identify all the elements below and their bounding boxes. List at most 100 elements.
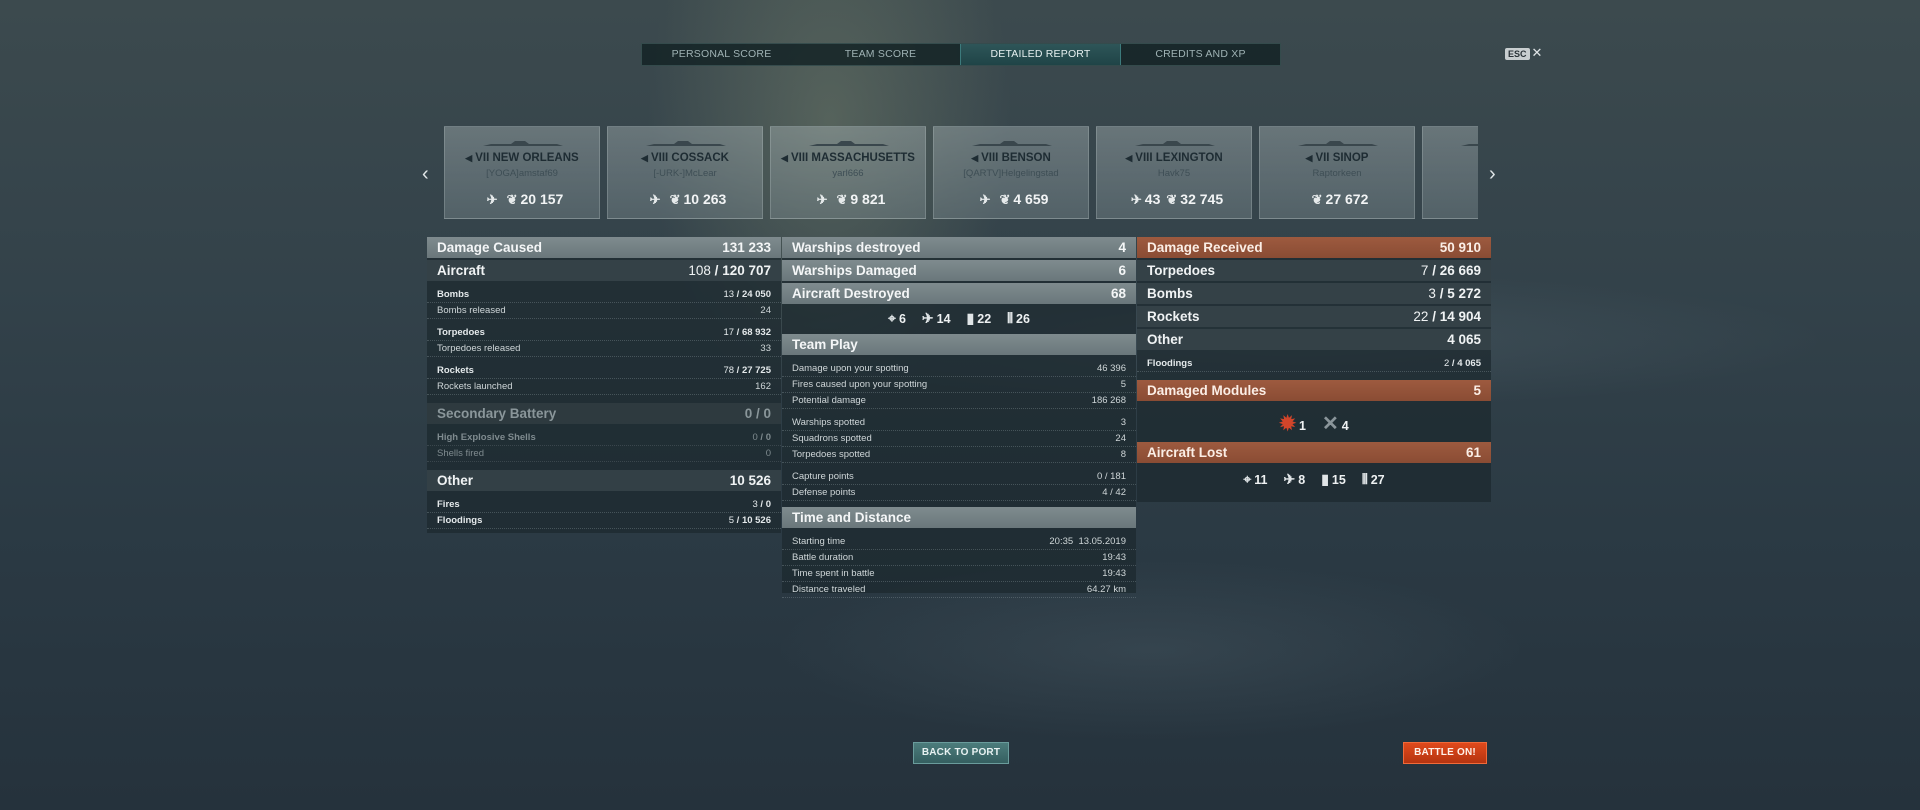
ship-carousel: ◀ VII NEW ORLEANS [YOGA]amstaf69 ✈ ❦ 20 157 ◀ V… bbox=[444, 126, 1478, 219]
ship-stats: ✈ ❦ 20 157 bbox=[445, 191, 599, 208]
lost-plane-stat: ✈ 8 bbox=[1283, 471, 1306, 487]
bomber-kill-stat: ▮ 22 bbox=[966, 310, 992, 326]
player-name: Raptorkeen bbox=[1312, 168, 1362, 179]
ship-name: ◀ VIII BENSON bbox=[971, 152, 1051, 164]
tab-team-score[interactable]: TEAM SCORE bbox=[801, 44, 960, 65]
aircraft-lost-header: Aircraft Lost 61 bbox=[1137, 442, 1491, 463]
combat-summary-panel: Warships destroyed 4 Warships Damaged 6 Ai… bbox=[782, 237, 1136, 598]
aircraft-lost-breakdown: ⌖ 11 ✈ 8 ▮ 15 ⫴ 27 bbox=[1137, 463, 1491, 492]
ship-card[interactable]: ◀ VII NEW ORLEANS [YOGA]amstaf69 ✈ ❦ 20 157 bbox=[444, 126, 600, 219]
received-other-row: Other 4 065 bbox=[1137, 329, 1491, 350]
rockets-launched-row: Rockets launched 162 bbox=[427, 379, 781, 395]
damaged-modules-header: Damaged Modules 5 bbox=[1137, 380, 1491, 401]
damage-received-panel: Damage Received 50 910 Torpedoes 7 / 26 6… bbox=[1137, 237, 1491, 502]
torpedoes-released-row: Torpedoes released 33 bbox=[427, 341, 781, 357]
damage-caused-header: Damage Caused 131 233 bbox=[427, 237, 781, 258]
torpedoes-row: Torpedoes 17 / 68 932 bbox=[427, 325, 781, 341]
ship-card[interactable]: ◀ VIII LEXINGTON Havk75 ✈ 43 ❦ 32 745 bbox=[1096, 126, 1252, 219]
ship-stat-value: 27 672 bbox=[1325, 191, 1369, 207]
engine-module-stat: ✹ 1 bbox=[1279, 413, 1306, 435]
plane-icon: ✈ bbox=[486, 192, 498, 207]
ship-card[interactable]: ◀V [BA bbox=[1422, 126, 1478, 219]
ship-card[interactable]: ◀ VIII BENSON [QARTV]Helgelingstad ✈ ❦ 4 659 bbox=[933, 126, 1089, 219]
battle-on-button[interactable]: BATTLE ON! bbox=[1403, 742, 1487, 764]
bombs-released-row: Bombs released 24 bbox=[427, 303, 781, 319]
ship-class-icon: ◀ bbox=[465, 153, 473, 163]
damaged-modules-breakdown: ✹ 1 ✕ 4 bbox=[1137, 401, 1491, 440]
team-play-header: Team Play bbox=[782, 334, 1136, 355]
laurel-icon: ❦ bbox=[506, 192, 518, 207]
tab-personal-score[interactable]: PERSONAL SCORE bbox=[642, 44, 801, 65]
lost-fighter-stat: ⌖ 11 bbox=[1243, 471, 1268, 487]
ship-class-icon: ◀ bbox=[781, 153, 788, 163]
time-distance-row: Time spent in battle 19:43 bbox=[782, 566, 1136, 582]
player-name: yarl666 bbox=[832, 168, 864, 179]
engine-damage-icon: ✹ bbox=[1279, 413, 1297, 435]
ship-silhouette-icon bbox=[1461, 144, 1478, 146]
ship-card[interactable]: ◀ VIII COSSACK [-URK-]McLear ✈ ❦ 10 263 bbox=[607, 126, 763, 219]
rockets-row: Rockets 78 / 27 725 bbox=[427, 363, 781, 379]
warships-destroyed-header: Warships destroyed 4 bbox=[782, 237, 1136, 258]
damage-caused-panel: Damage Caused 131 233 Aircraft 108 / 120… bbox=[427, 237, 781, 533]
other-header: Other 10 526 bbox=[427, 470, 781, 491]
ship-silhouette-icon bbox=[809, 141, 889, 146]
aircraft-label: Aircraft bbox=[437, 263, 486, 278]
team-play-row: Damage upon your spotting 46 396 bbox=[782, 361, 1136, 377]
report-tabs: PERSONAL SCORE TEAM SCORE DETAILED REPOR… bbox=[641, 43, 1281, 66]
esc-close-button[interactable]: ESC ✕ bbox=[1505, 45, 1542, 61]
he-shells-row: High Explosive Shells 0 / 0 bbox=[427, 430, 781, 446]
ship-card[interactable]: ◀ VIII MASSACHUSETTS yarl666 ✈ ❦ 9 821 bbox=[770, 126, 926, 219]
ship-stats: ✈ ❦ 10 263 bbox=[608, 191, 762, 208]
tab-credits-xp[interactable]: CREDITS AND XP bbox=[1121, 44, 1280, 65]
time-distance-row: Distance traveled 64.27 km bbox=[782, 582, 1136, 598]
ship-stats: ✈ 43 ❦ 32 745 bbox=[1097, 191, 1251, 208]
crosshair-icon: ⌖ bbox=[1243, 471, 1252, 487]
ship-stat-value: 4 659 bbox=[1013, 191, 1049, 207]
ship-silhouette-icon bbox=[972, 141, 1052, 146]
damage-received-header: Damage Received 50 910 bbox=[1137, 237, 1491, 258]
shells-fired-row: Shells fired 0 bbox=[427, 446, 781, 462]
ship-stats: ✈ ❦ 4 659 bbox=[934, 191, 1088, 208]
ship-silhouette-icon bbox=[1298, 141, 1378, 146]
player-name: Havk75 bbox=[1157, 168, 1191, 179]
ship-name: ◀ VII NEW ORLEANS bbox=[465, 152, 579, 164]
plane-icon: ✈ bbox=[816, 192, 828, 207]
crossed-plane-icon: ✈ bbox=[1283, 471, 1296, 487]
ship-class-icon: ◀ bbox=[971, 153, 979, 163]
player-name: [YOGA]amstaf69 bbox=[486, 168, 558, 179]
esc-key-label: ESC bbox=[1505, 48, 1530, 60]
ship-card[interactable]: ◀ VII SINOP Raptorkeen ❦ 27 672 bbox=[1259, 126, 1415, 219]
ship-stats: ❦ 27 672 bbox=[1260, 191, 1414, 208]
aircraft-value: 108 / 120 707 bbox=[688, 263, 771, 278]
ship-stat-value: 32 745 bbox=[1180, 191, 1224, 207]
time-distance-header: Time and Distance bbox=[782, 507, 1136, 528]
team-play-row: Warships spotted 3 bbox=[782, 415, 1136, 431]
player-name: [QARTV]Helgelingstad bbox=[963, 168, 1059, 179]
secondary-battery-header: Secondary Battery 0 / 0 bbox=[427, 403, 781, 424]
back-to-port-button[interactable]: BACK TO PORT bbox=[913, 742, 1009, 764]
received-torpedoes-row: Torpedoes 7 / 26 669 bbox=[1137, 260, 1491, 281]
crossed-plane-icon: ✈ bbox=[1130, 192, 1142, 207]
bombs-row: Bombs 13 / 24 050 bbox=[427, 287, 781, 303]
crosshair-icon: ⌖ bbox=[888, 310, 896, 326]
laurel-icon: ❦ bbox=[669, 192, 681, 207]
tab-detailed-report[interactable]: DETAILED REPORT bbox=[960, 44, 1121, 65]
bomb-icon: ▮ bbox=[966, 310, 975, 326]
received-floodings-row: Floodings 2 / 4 065 bbox=[1137, 356, 1491, 372]
received-rockets-row: Rockets 22 / 14 904 bbox=[1137, 306, 1491, 327]
ship-name: ◀ VIII COSSACK bbox=[641, 152, 729, 164]
team-play-row: Defense points 4 / 42 bbox=[782, 485, 1136, 501]
time-distance-row: Battle duration 19:43 bbox=[782, 550, 1136, 566]
time-distance-row: Starting time 20:35 13.05.2019 bbox=[782, 534, 1136, 550]
rockets-icon: ⫴ bbox=[1361, 471, 1368, 487]
fires-row: Fires 3 / 0 bbox=[427, 497, 781, 513]
ship-stats: ✈ ❦ 9 821 bbox=[771, 191, 925, 208]
aircraft-destroyed-breakdown: ⌖ 6 ✈ 14 ▮ 22 ⫴ 26 bbox=[782, 304, 1136, 331]
laurel-icon: ❦ bbox=[836, 192, 848, 207]
carousel-prev-arrow[interactable]: ‹ bbox=[422, 163, 429, 186]
carousel-next-arrow[interactable]: › bbox=[1489, 163, 1496, 186]
floodings-row: Floodings 5 / 10 526 bbox=[427, 513, 781, 529]
laurel-icon: ❦ bbox=[999, 192, 1011, 207]
plane-kill-stat: ✈ 14 bbox=[921, 310, 951, 326]
aircraft-header: Aircraft 108 / 120 707 bbox=[427, 260, 781, 281]
